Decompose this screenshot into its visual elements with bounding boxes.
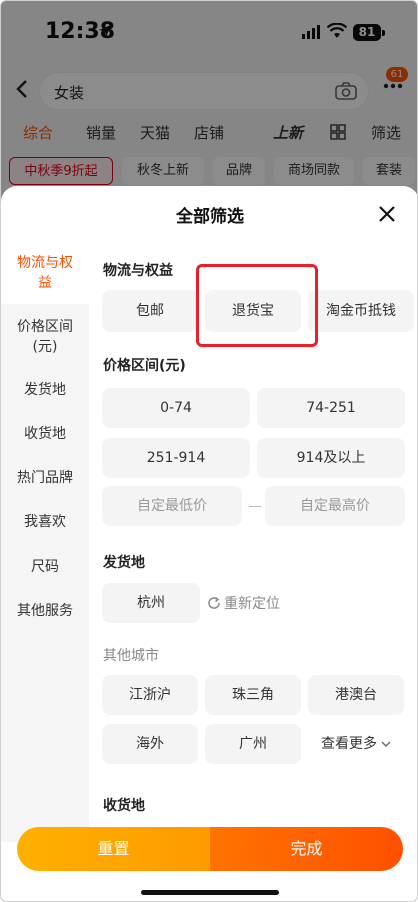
price-range-option[interactable]: 74-251 [257,388,405,428]
range-dash [249,506,261,507]
sheet-title: 全部筛选 [176,207,244,227]
chevron-down-icon [381,741,391,747]
min-price-input[interactable]: 自定最低价 [102,486,242,526]
filter-category-nav: 物流与权益 价格区间(元) 发货地 收货地 热门品牌 我喜欢 尺码 其他服务 [1,242,89,842]
city-hangzhou[interactable]: 杭州 [102,583,200,623]
option-taojinbi[interactable]: 淘金币抵钱 [308,290,414,332]
refresh-icon [208,596,220,609]
nav-item-label: 物流与权益 [17,255,73,291]
section-title-price: 价格区间(元) [103,358,186,374]
nav-item-size[interactable]: 尺码 [1,557,89,577]
nav-item-label: 价格区间(元) [17,319,73,355]
city-option[interactable]: 江浙沪 [102,675,198,715]
max-price-input[interactable]: 自定最高价 [265,486,405,526]
nav-item-price[interactable]: 价格区间(元) [1,317,89,357]
relocate-label: 重新定位 [224,596,280,612]
city-option[interactable]: 海外 [102,724,198,764]
reset-button[interactable]: 重置 [17,827,210,871]
section-title-other-cities: 其他城市 [103,648,159,664]
price-range-option[interactable]: 251-914 [102,438,250,478]
screen: 12:38 81 女装 61 综合 销量 天猫 店铺 上新 筛选 中秋季9折起 … [0,0,418,902]
nav-item-ship-from[interactable]: 发货地 [1,380,89,400]
nav-item-logistics[interactable]: 物流与权益 [1,242,89,304]
price-range-option[interactable]: 914及以上 [257,438,405,478]
highlight-box [196,264,318,347]
home-indicator [141,890,279,895]
section-title-logistics: 物流与权益 [103,263,173,279]
city-option[interactable]: 港澳台 [308,675,404,715]
nav-item-favorites[interactable]: 我喜欢 [1,512,89,532]
price-range-option[interactable]: 0-74 [102,388,250,428]
nav-item-other-services[interactable]: 其他服务 [1,601,89,621]
close-icon[interactable] [376,203,398,225]
city-option[interactable]: 珠三角 [205,675,301,715]
city-option[interactable]: 广州 [205,724,301,764]
view-more-cities-button[interactable]: 查看更多 [308,724,404,764]
section-title-ship-from: 发货地 [103,555,145,571]
action-bar: 重置 完成 [17,827,403,871]
section-title-ship-to: 收货地 [103,798,145,814]
done-button[interactable]: 完成 [210,827,403,871]
option-free-shipping[interactable]: 包邮 [102,290,198,332]
view-more-label: 查看更多 [321,736,377,752]
nav-item-ship-to[interactable]: 收货地 [1,424,89,444]
nav-item-brands[interactable]: 热门品牌 [1,468,89,488]
relocate-button[interactable]: 重新定位 [207,593,280,613]
